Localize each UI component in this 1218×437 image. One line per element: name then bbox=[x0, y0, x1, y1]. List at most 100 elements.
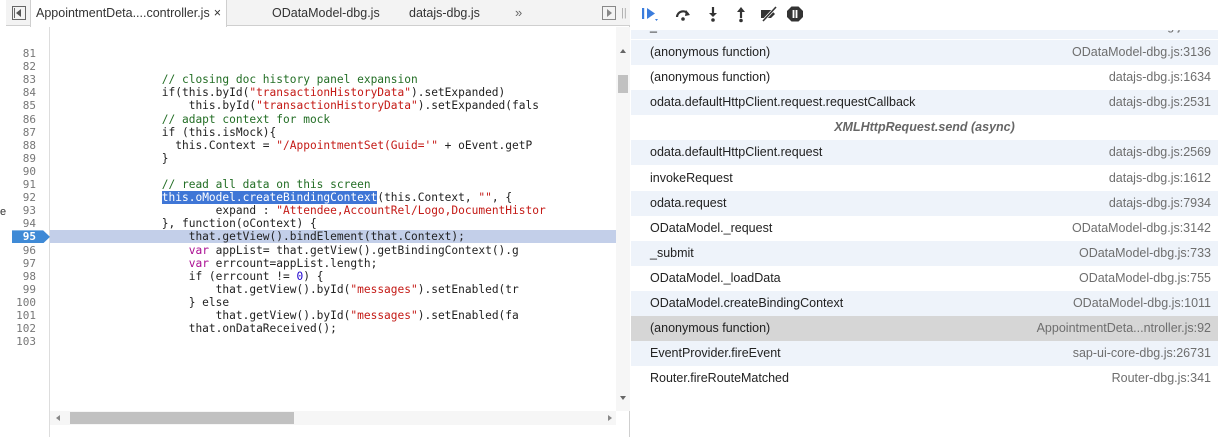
call-frame[interactable]: EventProvider.fireEvent sap-ui-core-dbg.j… bbox=[631, 341, 1218, 367]
line-number[interactable]: 103 bbox=[10, 335, 36, 348]
line-number[interactable]: 81 bbox=[10, 47, 36, 60]
code-token: ).setExpanded) bbox=[410, 86, 506, 100]
async-label: XMLHttpRequest.send (async) bbox=[834, 120, 1015, 135]
line-number[interactable]: 97 bbox=[10, 257, 36, 270]
navigator-toggle-icon[interactable] bbox=[12, 6, 26, 20]
code-line: // closing doc history panel expansion bbox=[54, 73, 418, 86]
line-number[interactable]: 96 bbox=[10, 244, 36, 257]
frame-location[interactable]: ODataModel-dbg.js:1011 bbox=[1073, 291, 1211, 316]
deactivate-breakpoints-icon[interactable] bbox=[759, 5, 779, 23]
call-frame[interactable]: _submit ODataModel-dbg.js:733 bbox=[631, 240, 1218, 266]
line-number[interactable]: 101 bbox=[10, 309, 36, 322]
code-token: this.Context = bbox=[54, 138, 277, 152]
step-over-icon[interactable] bbox=[673, 5, 693, 23]
code-line: if (this.isMock){ bbox=[54, 126, 277, 139]
code-area[interactable]: // closing doc history panel expansion i… bbox=[50, 27, 616, 411]
frame-location: ODataModel-dbg.js:879 bbox=[1079, 30, 1211, 39]
code-token: "transactionHistoryData" bbox=[256, 99, 418, 113]
call-frame[interactable]: invokeRequest datajs-dbg.js:1612 bbox=[631, 166, 1218, 191]
debugger-sidebar-toggle-icon[interactable]: || bbox=[602, 6, 627, 20]
code-token: ) { bbox=[303, 269, 324, 283]
call-frame[interactable]: odata.defaultHttpClient.request.requestC… bbox=[631, 90, 1218, 116]
frame-location[interactable]: datajs-dbg.js:2531 bbox=[1109, 90, 1211, 115]
line-number[interactable]: 92 bbox=[10, 191, 36, 204]
code-line: if (errcount != 0) { bbox=[54, 269, 324, 283]
frame-location[interactable]: datajs-dbg.js:7934 bbox=[1109, 191, 1211, 216]
line-number[interactable]: 93 bbox=[10, 204, 36, 217]
line-number[interactable]: 86 bbox=[10, 113, 36, 126]
call-frame-selected[interactable]: (anonymous function) AppointmentDeta...nt… bbox=[631, 316, 1218, 342]
line-number[interactable]: 90 bbox=[10, 165, 36, 178]
call-frame[interactable]: ODataModel.createBindingContext ODataMode… bbox=[631, 291, 1218, 316]
call-frame-partial[interactable]: _handleSuccess ODataModel-dbg.js:879 bbox=[631, 30, 1218, 40]
line-number[interactable]: 94 bbox=[10, 217, 36, 230]
code-token: "" bbox=[478, 191, 492, 205]
line-number[interactable]: 100 bbox=[10, 296, 36, 309]
frame-location[interactable]: AppointmentDeta...ntroller.js:92 bbox=[1037, 316, 1211, 341]
call-frame[interactable]: odata.request datajs-dbg.js:7934 bbox=[631, 190, 1218, 216]
close-tab-icon[interactable]: × bbox=[214, 6, 221, 20]
editor-tab-bar: AppointmentDeta....controller.js × ODataM… bbox=[6, 0, 630, 27]
vertical-scroll-thumb[interactable] bbox=[618, 75, 628, 93]
code-line: that.getView().byId("messages").setEnabl… bbox=[54, 309, 519, 322]
pause-on-exceptions-icon[interactable] bbox=[786, 5, 806, 23]
tab-odatamodel-dbg[interactable]: ODataModel-dbg.js bbox=[272, 0, 380, 26]
frame-function: ODataModel._loadData bbox=[650, 270, 781, 285]
tab-datajs-dbg[interactable]: datajs-dbg.js bbox=[409, 0, 480, 26]
frame-location[interactable]: ODataModel-dbg.js:755 bbox=[1079, 266, 1211, 291]
line-number[interactable]: 98 bbox=[10, 270, 36, 283]
step-out-icon[interactable] bbox=[731, 5, 751, 23]
frame-location[interactable]: datajs-dbg.js:1634 bbox=[1109, 65, 1211, 90]
call-frame[interactable]: odata.defaultHttpClient.request datajs-db… bbox=[631, 140, 1218, 166]
code-token: "messages" bbox=[350, 309, 418, 322]
frame-location[interactable]: Router-dbg.js:341 bbox=[1112, 366, 1211, 391]
more-tabs-button[interactable]: » bbox=[515, 0, 522, 26]
frame-function: _submit bbox=[650, 245, 694, 260]
step-into-icon[interactable] bbox=[703, 5, 723, 23]
line-number[interactable]: 84 bbox=[10, 86, 36, 99]
code-token: } else bbox=[54, 295, 230, 309]
line-number-gutter[interactable]: 81 82 83 84 85 86 87 88 89 90 91 92 93 94 95 96 97 98 99 10… bbox=[6, 27, 50, 437]
line-number[interactable]: 82 bbox=[10, 60, 36, 73]
call-frame[interactable]: (anonymous function) datajs-dbg.js:1634 bbox=[631, 65, 1218, 90]
horizontal-scroll-thumb[interactable] bbox=[70, 412, 294, 424]
line-number[interactable]: 89 bbox=[10, 152, 36, 165]
line-number[interactable]: 102 bbox=[10, 322, 36, 335]
frame-location[interactable]: sap-ui-core-dbg.js:26731 bbox=[1073, 341, 1211, 366]
scroll-left-arrow-icon[interactable] bbox=[56, 415, 60, 421]
code-line: that.onDataReceived(); bbox=[54, 322, 337, 335]
call-frame[interactable]: ODataModel._loadData ODataModel-dbg.js:75… bbox=[631, 266, 1218, 291]
line-number[interactable]: 95 bbox=[10, 230, 36, 243]
frame-function: odata.defaultHttpClient.request.requestC… bbox=[650, 95, 916, 110]
scroll-up-arrow-icon[interactable] bbox=[620, 49, 626, 53]
line-number[interactable]: 87 bbox=[10, 126, 36, 139]
line-number[interactable]: 83 bbox=[10, 73, 36, 86]
tab-appointment-controller[interactable]: AppointmentDeta....controller.js × bbox=[30, 0, 228, 27]
call-frame[interactable]: (anonymous function) ODataModel-dbg.js:31… bbox=[631, 40, 1218, 65]
line-number[interactable]: 88 bbox=[10, 139, 36, 152]
code-token: "messages" bbox=[350, 282, 418, 296]
frame-function: odata.request bbox=[650, 195, 727, 210]
code-token: that.getView().byId( bbox=[54, 309, 351, 322]
frame-function: odata.defaultHttpClient.request bbox=[650, 145, 823, 160]
frame-location[interactable]: ODataModel-dbg.js:733 bbox=[1079, 241, 1211, 266]
frame-location[interactable]: datajs-dbg.js:2569 bbox=[1109, 140, 1211, 165]
frame-location[interactable]: datajs-dbg.js:1612 bbox=[1109, 166, 1211, 191]
line-number[interactable]: 91 bbox=[10, 178, 36, 191]
code-token: ).setEnabled(fa bbox=[417, 309, 519, 322]
line-number[interactable]: 99 bbox=[10, 283, 36, 296]
code-token: that.getView().byId( bbox=[54, 282, 351, 296]
debugger-toolbar bbox=[631, 0, 1218, 30]
call-frame[interactable]: ODataModel._request ODataModel-dbg.js:314… bbox=[631, 216, 1218, 241]
resume-icon[interactable] bbox=[641, 5, 661, 23]
code-line: } else bbox=[54, 296, 229, 309]
frame-location[interactable]: ODataModel-dbg.js:3142 bbox=[1072, 216, 1211, 241]
frame-location[interactable]: ODataModel-dbg.js:3136 bbox=[1072, 40, 1211, 65]
code-line: // adapt context for mock bbox=[54, 113, 330, 126]
scroll-right-arrow-icon[interactable] bbox=[608, 415, 612, 421]
call-frame[interactable]: Router.fireRouteMatched Router-dbg.js:341 bbox=[631, 366, 1218, 391]
scroll-down-arrow-icon[interactable] bbox=[620, 396, 626, 400]
line-number[interactable]: 85 bbox=[10, 99, 36, 112]
